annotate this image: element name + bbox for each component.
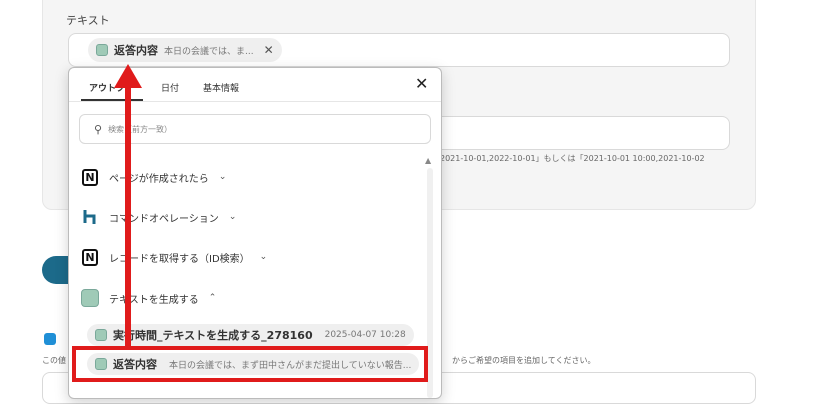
- section-command-operation[interactable]: コマンドオペレーション ⌄: [81, 208, 236, 226]
- chip-preview: 本日の会議では、ま...: [164, 46, 254, 57]
- variable-chip[interactable]: 返答内容 本日の会議では、ま... ✕: [88, 38, 282, 62]
- format-hint: 2021-10-01,2022-10-01」もしくは「2021-10-01 10…: [440, 154, 705, 163]
- section-page-created[interactable]: N ページが作成されたら ⌄: [81, 168, 226, 186]
- lower-hint-left: この値: [42, 356, 66, 365]
- close-dropdown-icon[interactable]: ✕: [415, 74, 428, 93]
- chevron-down-icon: ⌄: [259, 252, 268, 262]
- lower-hint-right: からご希望の項目を追加してください。: [452, 356, 596, 365]
- chip-name: 返答内容: [114, 44, 158, 57]
- item-value: 2025-04-07 10:28: [324, 330, 406, 340]
- app-icon: [44, 333, 56, 345]
- annotation-arrow-icon: [114, 64, 142, 350]
- tab-date[interactable]: 日付: [161, 81, 179, 94]
- notion-icon: N: [81, 248, 99, 266]
- search-icon: ⚲: [94, 122, 103, 136]
- chevron-up-icon: ⌃: [208, 293, 217, 303]
- section-get-record[interactable]: N レコードを取得する（ID検索） ⌄: [81, 248, 267, 266]
- section-generate-text[interactable]: テキストを生成する ⌃: [81, 289, 216, 307]
- chevron-down-icon: ⌄: [218, 172, 227, 182]
- notion-icon: N: [81, 168, 99, 186]
- openai-icon: [96, 44, 108, 56]
- openai-icon: [81, 289, 99, 307]
- command-icon: [81, 208, 99, 226]
- close-icon[interactable]: ✕: [264, 43, 274, 57]
- chevron-down-icon: ⌄: [228, 212, 237, 222]
- text-field-label: テキスト: [66, 14, 110, 27]
- scroll-up-icon[interactable]: ▲: [425, 156, 431, 165]
- openai-icon: [95, 329, 107, 341]
- tab-basic-info[interactable]: 基本情報: [203, 81, 239, 94]
- second-input[interactable]: [420, 116, 730, 150]
